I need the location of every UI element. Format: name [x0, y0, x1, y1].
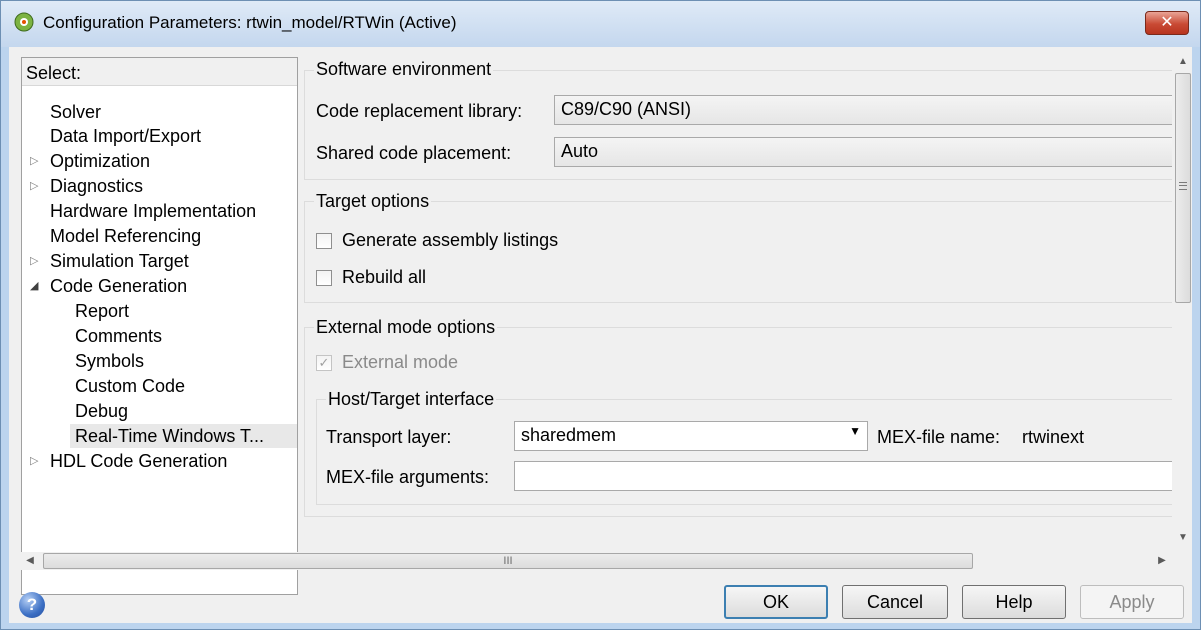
tree-item-custom-code[interactable]: Custom Code: [22, 374, 297, 398]
tree-item-label: HDL Code Generation: [50, 451, 228, 471]
tree-item-debug[interactable]: Debug: [22, 399, 297, 423]
vertical-scroll-thumb[interactable]: [1175, 73, 1191, 303]
scroll-right-icon[interactable]: ▶: [1153, 552, 1171, 570]
tree-item-label: Symbols: [75, 351, 145, 371]
rebuild-all-checkbox[interactable]: [316, 270, 332, 286]
transport-layer-value: sharedmem: [521, 425, 617, 445]
external-mode-label: External mode: [342, 352, 459, 372]
tree-item-label: Comments: [75, 326, 163, 346]
apply-button[interactable]: Apply: [1080, 585, 1184, 619]
dialog-window: Configuration Parameters: rtwin_model/RT…: [0, 0, 1201, 630]
close-icon: ✕: [1160, 14, 1174, 31]
shared-code-label: Shared code placement:: [316, 143, 512, 163]
expand-arrow-icon[interactable]: ▷: [30, 449, 42, 473]
simulink-app-icon: [14, 12, 34, 32]
expand-arrow-icon[interactable]: ▷: [30, 174, 42, 198]
tree-item-solver[interactable]: Solver: [22, 100, 297, 124]
mex-file-arguments-input[interactable]: [514, 461, 1172, 491]
dropdown-arrow-icon: ▼: [849, 424, 861, 438]
tree-item-label: Simulation Target: [50, 251, 189, 271]
software-environment-title: Software environment: [314, 59, 494, 80]
expand-arrow-icon[interactable]: ▷: [30, 249, 42, 273]
scroll-down-icon[interactable]: ▼: [1174, 529, 1192, 547]
tree-item-comments[interactable]: Comments: [22, 324, 297, 348]
transport-layer-label: Transport layer:: [326, 427, 452, 447]
tree-item-label: Real-Time Windows T...: [75, 426, 265, 446]
tree-item-hdl-code-generation[interactable]: ▷ HDL Code Generation: [22, 449, 297, 473]
host-target-interface-title: Host/Target interface: [326, 389, 497, 410]
title-bar[interactable]: Configuration Parameters: rtwin_model/RT…: [1, 1, 1200, 47]
mex-file-name-label: MEX-file name:: [877, 427, 1001, 447]
tree-item-data-import-export[interactable]: Data Import/Export: [22, 124, 297, 148]
scroll-up-icon[interactable]: ▲: [1174, 53, 1192, 71]
tree-item-label: Model Referencing: [50, 226, 202, 246]
cancel-button[interactable]: Cancel: [842, 585, 948, 619]
generate-assembly-label: Generate assembly listings: [342, 230, 559, 250]
collapse-arrow-icon[interactable]: ◢: [30, 274, 42, 298]
tree-item-optimization[interactable]: ▷ Optimization: [22, 149, 297, 173]
code-replacement-label: Code replacement library:: [316, 101, 523, 121]
scroll-left-icon[interactable]: ◀: [21, 552, 39, 570]
dialog-client: Select: Solver Data Import/Export ▷ Opti…: [9, 47, 1192, 623]
code-replacement-library-field[interactable]: C89/C90 (ANSI): [554, 95, 1172, 125]
help-button[interactable]: Help: [962, 585, 1066, 619]
close-button[interactable]: ✕: [1145, 11, 1189, 35]
expand-arrow-icon[interactable]: ▷: [30, 149, 42, 173]
tree-item-label: Solver: [50, 102, 102, 122]
check-icon: ✓: [318, 355, 330, 370]
external-mode-checkbox[interactable]: ✓: [316, 355, 332, 371]
tree-item-symbols[interactable]: Symbols: [22, 349, 297, 373]
tree-item-label: Optimization: [50, 151, 151, 171]
horizontal-scroll-thumb[interactable]: III: [43, 553, 973, 569]
tree-item-real-time-windows-target[interactable]: Real-Time Windows T...: [70, 424, 297, 448]
category-tree[interactable]: Select: Solver Data Import/Export ▷ Opti…: [21, 57, 298, 595]
tree-item-label: Debug: [75, 401, 129, 421]
tree-item-label: Hardware Implementation: [50, 201, 257, 221]
tree-item-label: Custom Code: [75, 376, 186, 396]
help-circle-icon[interactable]: ?: [19, 592, 45, 618]
tree-item-label: Diagnostics: [50, 176, 144, 196]
tree-item-label: Code Generation: [50, 276, 188, 296]
ok-button[interactable]: OK: [724, 585, 828, 619]
external-mode-options-title: External mode options: [314, 317, 498, 338]
window-title: Configuration Parameters: rtwin_model/RT…: [43, 13, 457, 32]
target-options-title: Target options: [314, 191, 432, 212]
tree-item-report[interactable]: Report: [22, 299, 297, 323]
horizontal-scrollbar[interactable]: ◀ III ▶: [21, 552, 1171, 570]
target-options-group: [304, 201, 1172, 303]
vertical-scrollbar[interactable]: ▲ ▼: [1174, 53, 1192, 547]
tree-item-code-generation[interactable]: ◢ Code Generation: [22, 274, 297, 298]
tree-item-label: Report: [75, 301, 130, 321]
rebuild-all-label: Rebuild all: [342, 267, 427, 287]
tree-item-simulation-target[interactable]: ▷ Simulation Target: [22, 249, 297, 273]
settings-pane: Software environment Code replacement li…: [304, 57, 1172, 547]
tree-item-label: Data Import/Export: [50, 126, 202, 146]
mex-file-arguments-label: MEX-file arguments:: [326, 467, 490, 487]
tree-item-model-referencing[interactable]: Model Referencing: [22, 224, 297, 248]
tree-item-hardware-implementation[interactable]: Hardware Implementation: [22, 199, 297, 223]
shared-code-placement-field[interactable]: Auto: [554, 137, 1172, 167]
mex-file-name-value: rtwinext: [1022, 427, 1085, 447]
transport-layer-dropdown[interactable]: sharedmem ▼: [514, 421, 868, 451]
generate-assembly-checkbox[interactable]: [316, 233, 332, 249]
tree-header: Select:: [22, 58, 297, 86]
tree-item-diagnostics[interactable]: ▷ Diagnostics: [22, 174, 297, 198]
scroll-grip-icon: [1179, 182, 1187, 190]
